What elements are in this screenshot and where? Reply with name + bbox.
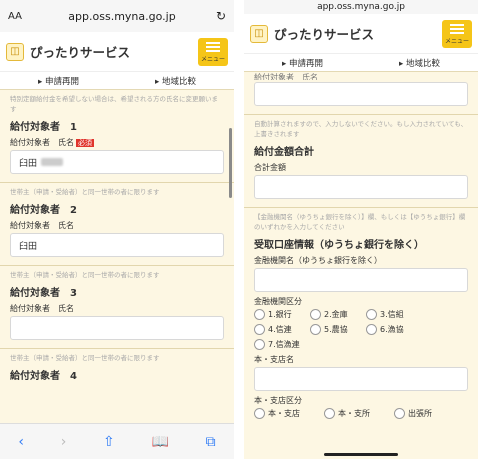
bank-note: 【金融機関名（ゆうちょ銀行を除く）】欄、もしくは【ゆうちょ銀行】欄のいずれかを入…	[254, 213, 466, 231]
recipient-1-label: 給付対象者 氏名 必須	[10, 138, 94, 147]
recipient-1-heading: 給付対象者 1	[10, 122, 77, 133]
left-screen: AA app.oss.myna.go.jp ↻ ◫ ぴったりサービス メニュー …	[0, 0, 234, 459]
auto-calc-note: 自動計算されますので、入力しないでください。もし入力されていても、上書きされます	[254, 120, 468, 138]
menu-label: メニュー	[200, 55, 225, 63]
required-badge: 必須	[76, 139, 94, 147]
menu-button[interactable]: メニュー	[198, 37, 228, 66]
browser-url-bar[interactable]: AA app.oss.myna.go.jp ↻	[0, 0, 234, 32]
bank-type-radio[interactable]: 1.銀行	[254, 309, 302, 320]
tabs-icon[interactable]: ⧉	[206, 434, 216, 450]
bank-type-radio[interactable]: 6.漁協	[366, 324, 414, 335]
right-screen: app.oss.myna.go.jp ◫ ぴったりサービス メニュー ▸ 申請再…	[244, 0, 478, 459]
total-heading: 給付金額合計	[254, 147, 314, 158]
compare-link[interactable]: ▸ 地域比較	[117, 72, 234, 89]
recipient-1-name-input[interactable]: 臼田	[10, 150, 224, 174]
branch-type-radio[interactable]: 本・支店	[254, 408, 316, 419]
branch-type-label: 本・支店区分	[254, 396, 302, 405]
site-header: ◫ ぴったりサービス メニュー	[0, 32, 234, 72]
menu-label: メニュー	[444, 37, 469, 45]
branch-name-input[interactable]	[254, 367, 468, 391]
bank-type-radio[interactable]: 5.農協	[310, 324, 358, 335]
bank-heading: 受取口座情報（ゆうちょ銀行を除く）	[254, 240, 424, 251]
bank-type-label: 金融機関区分	[254, 297, 302, 306]
top-note: 特別定額給付金を希望しない場合は、希望される方の氏名に変更願います	[10, 95, 218, 113]
branch-type-radios: 本・支店 本・支所 出張所	[254, 408, 468, 419]
recipient-3-note: 世帯主（申請・受給者）と同一世帯の者に限ります	[10, 271, 160, 279]
total-label: 合計金額	[254, 163, 286, 172]
browser-toolbar: ‹ › ⇧ 📖 ⧉	[0, 423, 234, 459]
subnav: ▸ 申請再開 ▸ 地域比較	[0, 72, 234, 90]
blurred-name	[41, 158, 64, 166]
site-header: ◫ ぴったりサービス メニュー	[244, 14, 478, 54]
bank-name-input[interactable]	[254, 268, 468, 292]
recipient-2-heading: 給付対象者 2	[10, 205, 77, 216]
bank-type-radio[interactable]: 7.信漁連	[254, 339, 302, 350]
reload-icon[interactable]: ↻	[206, 9, 226, 23]
browser-url-bar-compact[interactable]: app.oss.myna.go.jp	[244, 0, 478, 14]
recipient-4-note: 世帯主（申請・受給者）と同一世帯の者に限ります	[10, 354, 160, 362]
text-size-button[interactable]: AA	[8, 11, 38, 22]
bank-type-radio[interactable]: 4.信連	[254, 324, 302, 335]
branch-label: 本・支店名	[254, 355, 294, 364]
site-brand[interactable]: ぴったりサービス	[30, 42, 198, 61]
menu-button[interactable]: メニュー	[442, 19, 472, 48]
bank-name-label: 金融機関名（ゆうちょ銀行を除く）	[254, 256, 382, 265]
branch-type-radio[interactable]: 出張所	[394, 408, 456, 419]
subnav: ▸ 申請再開 ▸ 地域比較	[244, 54, 478, 72]
total-amount-input[interactable]	[254, 175, 468, 199]
resume-link[interactable]: ▸ 申請再開	[244, 54, 361, 71]
recipient-name-input[interactable]	[254, 82, 468, 106]
url-text[interactable]: app.oss.myna.go.jp	[38, 10, 206, 23]
forward-icon[interactable]: ›	[61, 434, 67, 450]
back-icon[interactable]: ‹	[18, 434, 24, 450]
resume-link[interactable]: ▸ 申請再開	[0, 72, 117, 89]
url-text[interactable]: app.oss.myna.go.jp	[252, 2, 470, 12]
bookmarks-icon[interactable]: 📖	[151, 434, 168, 450]
compare-link[interactable]: ▸ 地域比較	[361, 54, 478, 71]
share-icon[interactable]: ⇧	[103, 434, 115, 450]
scrollbar[interactable]	[229, 128, 232, 198]
recipient-3-name-input[interactable]	[10, 316, 224, 340]
home-indicator	[324, 453, 398, 456]
recipient-3-heading: 給付対象者 3	[10, 288, 77, 299]
bank-type-radio[interactable]: 2.金庫	[310, 309, 358, 320]
recipient-2-note: 世帯主（申請・受給者）と同一世帯の者に限ります	[10, 188, 160, 196]
site-logo-icon: ◫	[250, 24, 268, 43]
bank-type-radio[interactable]: 3.信組	[366, 309, 414, 320]
bank-type-radios: 1.銀行 2.金庫 3.信組 4.信連 5.農協 6.漁協 7.信漁連	[254, 309, 468, 350]
site-logo-icon: ◫	[6, 42, 24, 61]
recipient-4-heading: 給付対象者 4	[10, 371, 77, 382]
site-brand[interactable]: ぴったりサービス	[274, 24, 442, 43]
recipient-2-name-input[interactable]: 臼田	[10, 233, 224, 257]
recipient-3-label: 給付対象者 氏名	[10, 304, 74, 313]
recipient-2-label: 給付対象者 氏名	[10, 221, 74, 230]
branch-type-radio[interactable]: 本・支所	[324, 408, 386, 419]
recipient-name-label-cut: 給付対象者 氏名	[254, 73, 318, 80]
